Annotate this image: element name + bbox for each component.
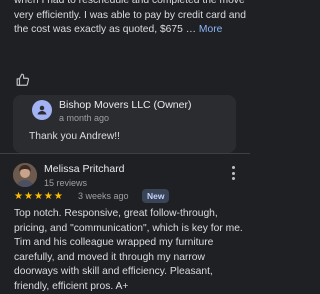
review-text: when I had to reschedule and completed t… (14, 0, 246, 38)
avatar-photo (13, 163, 37, 187)
star-icon: ★ (43, 191, 53, 202)
star-icon: ★ (53, 191, 63, 202)
more-link[interactable]: More (199, 24, 222, 35)
star-icon: ★ (14, 191, 23, 202)
owner-reply: Bishop Movers LLC (Owner) a month ago Th… (13, 95, 236, 153)
person-icon (37, 105, 47, 115)
owner-reply-time: a month ago (59, 113, 110, 123)
reviewer-review-count: 15 reviews (44, 178, 88, 188)
star-icon: ★ (33, 191, 43, 202)
star-icon: ★ (23, 191, 33, 202)
star-rating: ★ ★ ★ ★ ★ (14, 190, 63, 203)
reviewer-avatar[interactable] (13, 163, 37, 187)
more-vert-icon[interactable] (226, 164, 240, 182)
review-text: Top notch. Responsive, great follow-thro… (14, 208, 243, 292)
owner-reply-text: Thank you Andrew!! (29, 131, 121, 142)
divider (0, 153, 250, 154)
review-time: 3 weeks ago (78, 191, 129, 201)
owner-avatar-icon (32, 100, 52, 120)
new-badge: New (142, 189, 170, 203)
owner-name[interactable]: Bishop Movers LLC (Owner) (59, 99, 191, 111)
thumbs-up-icon[interactable] (16, 73, 30, 87)
reviewer-name[interactable]: Melissa Pritchard (44, 163, 125, 175)
